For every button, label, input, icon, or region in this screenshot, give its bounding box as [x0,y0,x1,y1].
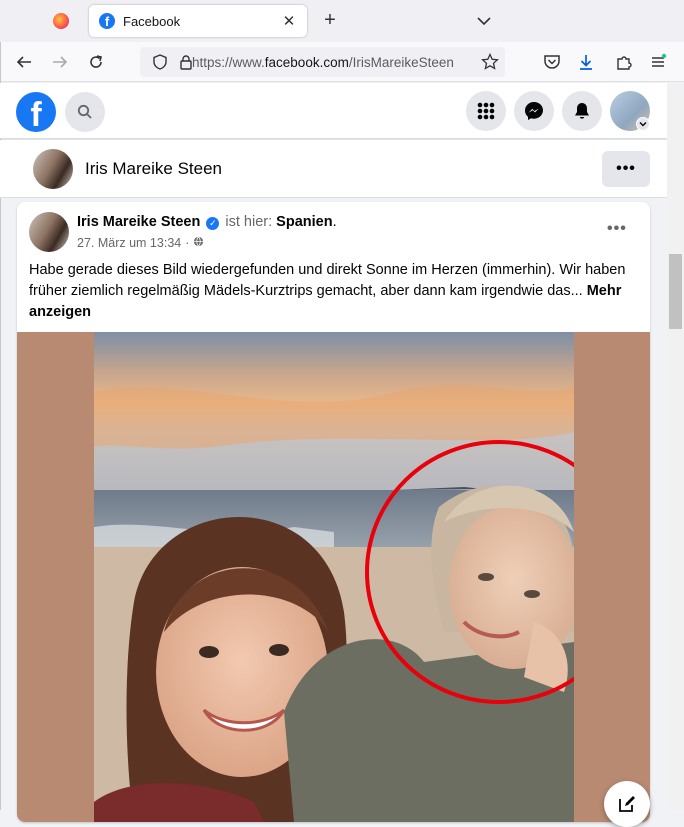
bell-icon[interactable] [562,91,602,131]
pocket-icon[interactable] [540,50,564,74]
facebook-favicon-icon: f [99,13,115,29]
post-timestamp[interactable]: 27. März um 13:34 [77,236,181,250]
forward-arrow-icon[interactable] [48,50,72,74]
lock-icon[interactable] [178,54,194,75]
url-text[interactable]: https://www.facebook.com/IrisMareikeStee… [192,55,462,70]
meta-separator: · [185,236,190,250]
location-prefix: ist hier: [225,214,273,230]
account-chevron-down-icon[interactable] [636,117,650,131]
messenger-icon[interactable] [514,91,554,131]
post-photo-container [17,332,650,822]
facebook-header: f [0,83,667,139]
post-author-avatar[interactable] [29,212,69,252]
page-scrollbar[interactable] [667,83,684,810]
post-meta: 27. März um 13:34 · [77,236,204,250]
location-suffix: . [332,214,337,230]
search-icon[interactable] [65,92,105,132]
post-header: Iris Mareike Steen ✓ ist hier: Spanien. [77,214,337,230]
tab-title: Facebook [123,13,181,29]
tab-facebook[interactable]: f Facebook ✕ [89,5,307,37]
browser-tab-bar: f Facebook ✕ + [0,0,684,42]
location-link[interactable]: Spanien [276,214,332,230]
browser-nav-bar: https://www.facebook.com/IrisMareikeStee… [0,42,684,82]
firefox-tab[interactable] [44,8,78,34]
download-icon[interactable] [574,50,598,74]
post-text: Habe gerade dieses Bild wiedergefunden u… [29,260,629,323]
post-photo[interactable] [94,332,574,822]
bookmark-star-icon[interactable] [481,52,499,76]
post-body: Habe gerade dieses Bild wiedergefunden u… [29,262,626,299]
profile-avatar[interactable] [33,149,73,189]
reload-icon[interactable] [84,50,108,74]
url-path: /IrisMareikeSteen [348,54,454,70]
back-arrow-icon[interactable] [12,50,36,74]
chevron-down-icon[interactable] [474,11,494,31]
post-options-button[interactable]: ••• [607,220,627,238]
address-bar[interactable]: https://www.facebook.com/IrisMareikeStee… [140,47,505,77]
grid-menu-icon[interactable] [466,91,506,131]
url-prefix: https://www. [192,54,265,70]
compose-icon[interactable] [604,781,650,827]
facebook-logo-icon[interactable]: f [16,92,56,132]
post-card: Iris Mareike Steen ✓ ist hier: Spanien. … [17,202,650,822]
profile-more-button[interactable]: ••• [602,151,650,187]
firefox-icon [53,13,69,29]
profile-name[interactable]: Iris Mareike Steen [85,159,222,179]
post-author-name[interactable]: Iris Mareike Steen [77,214,200,230]
shield-icon[interactable] [152,54,168,75]
profile-sticky-bar: Iris Mareike Steen ••• [0,140,667,198]
url-host: facebook.com [264,54,349,70]
new-tab-plus-icon[interactable]: + [318,10,342,30]
verified-badge-icon: ✓ [206,217,220,230]
tab-close-icon[interactable]: ✕ [281,12,297,30]
app-menu-icon[interactable] [646,50,670,74]
extensions-puzzle-icon[interactable] [612,50,636,74]
scrollbar-thumb[interactable] [669,254,682,329]
globe-icon[interactable] [193,236,204,250]
